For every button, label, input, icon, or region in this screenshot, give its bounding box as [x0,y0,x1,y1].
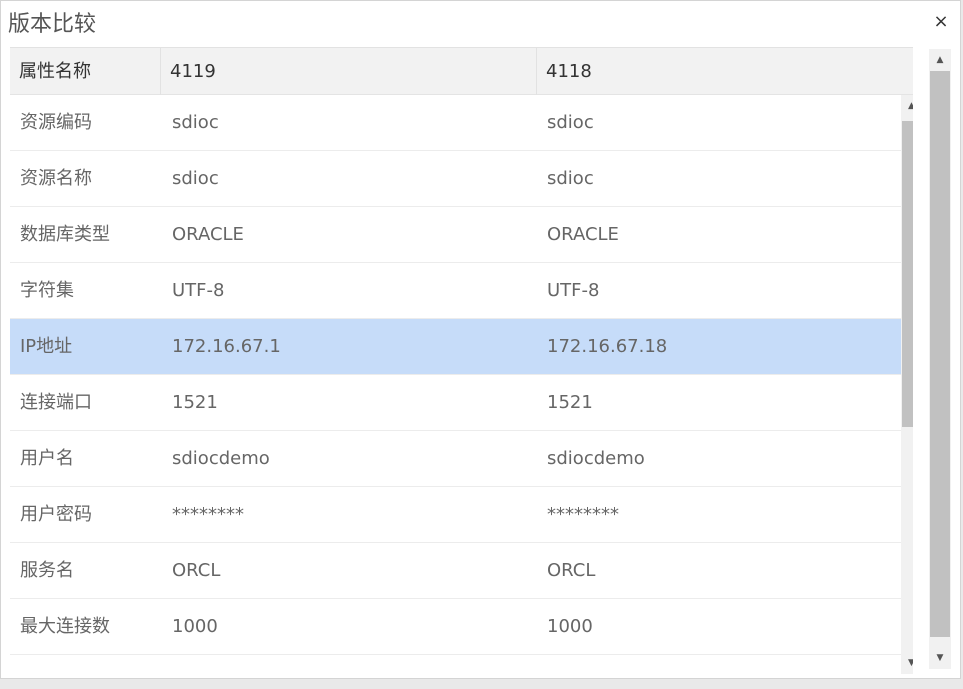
table-header: 属性名称 4119 4118 [10,48,913,95]
property-name-cell: 连接端口 [20,392,92,413]
version-b-value-cell: 1521 [547,392,593,413]
version-b-value-cell: UTF-8 [547,280,600,301]
dialog-scrollbar[interactable]: ▲ ▼ [929,49,951,669]
property-name-cell: 字符集 [20,280,74,301]
property-name-cell: 服务名 [20,560,74,581]
close-icon[interactable]: × [928,9,954,35]
version-a-value-cell: ORACLE [172,224,244,245]
version-a-value-cell: sdioc [172,168,219,189]
version-a-value-cell: 172.16.67.1 [172,336,281,357]
table-row[interactable]: 资源名称 sdioc sdioc [10,151,901,207]
property-name-cell: IP地址 [20,336,73,357]
scroll-down-icon[interactable]: ▼ [901,652,913,674]
property-name-cell: 数据库类型 [20,224,110,245]
version-b-value-cell: 172.16.67.18 [547,336,668,357]
version-a-value-cell: 1000 [172,616,218,637]
property-name-cell: 资源名称 [20,168,92,189]
column-header-version-a[interactable]: 4119 [161,48,537,95]
table-row[interactable]: 资源编码 sdioc sdioc [10,95,901,151]
scroll-thumb[interactable] [930,71,950,637]
version-a-value-cell: ORCL [172,560,221,581]
scroll-up-icon[interactable]: ▲ [901,95,913,117]
compare-grid: 属性名称 4119 4118 资源编码 sdioc sdioc 资源名称 sdioc sd… [10,47,913,674]
table-row[interactable]: 连接端口 1521 1521 [10,375,901,431]
version-b-value-cell: ORACLE [547,224,619,245]
column-header-version-b[interactable]: 4118 [537,48,913,95]
version-a-value-cell: sdioc [172,112,219,133]
scroll-up-icon[interactable]: ▲ [929,49,951,71]
table-row[interactable]: IP地址 172.16.67.1 172.16.67.18 [10,319,901,375]
version-b-value-cell: sdioc [547,168,594,189]
version-b-value-cell: ******** [547,504,619,525]
table-row[interactable]: 最大连接数 1000 1000 [10,599,901,655]
property-name-cell: 用户名 [20,448,74,469]
table-row[interactable]: 用户名 sdiocdemo sdiocdemo [10,431,901,487]
version-a-value-cell: ******** [172,504,244,525]
property-name-cell: 最大连接数 [20,616,110,637]
table-row[interactable]: 数据库类型 ORACLE ORACLE [10,207,901,263]
version-b-value-cell: ORCL [547,560,596,581]
property-name-cell: 用户密码 [20,504,92,525]
version-b-value-cell: sdioc [547,112,594,133]
scroll-down-icon[interactable]: ▼ [929,647,951,669]
table-body: 资源编码 sdioc sdioc 资源名称 sdioc sdioc 数据库类型 ORACLE O… [10,95,901,674]
dialog-title: 版本比较 [8,12,97,37]
version-b-value-cell: 1000 [547,616,593,637]
version-compare-dialog: 版本比较 × 属性名称 4119 4118 资源编码 sdioc sdioc 资源名称… [0,0,961,679]
column-header-property[interactable]: 属性名称 [10,48,161,95]
table-row[interactable]: 用户密码 ******** ******** [10,487,901,543]
version-a-value-cell: 1521 [172,392,218,413]
table-row[interactable]: 服务名 ORCL ORCL [10,543,901,599]
table-row[interactable]: 字符集 UTF-8 UTF-8 [10,263,901,319]
version-a-value-cell: UTF-8 [172,280,225,301]
scroll-thumb[interactable] [902,121,913,427]
table-scrollbar[interactable]: ▲ ▼ [901,95,913,674]
version-a-value-cell: sdiocdemo [172,448,270,469]
property-name-cell: 资源编码 [20,112,92,133]
version-b-value-cell: sdiocdemo [547,448,645,469]
